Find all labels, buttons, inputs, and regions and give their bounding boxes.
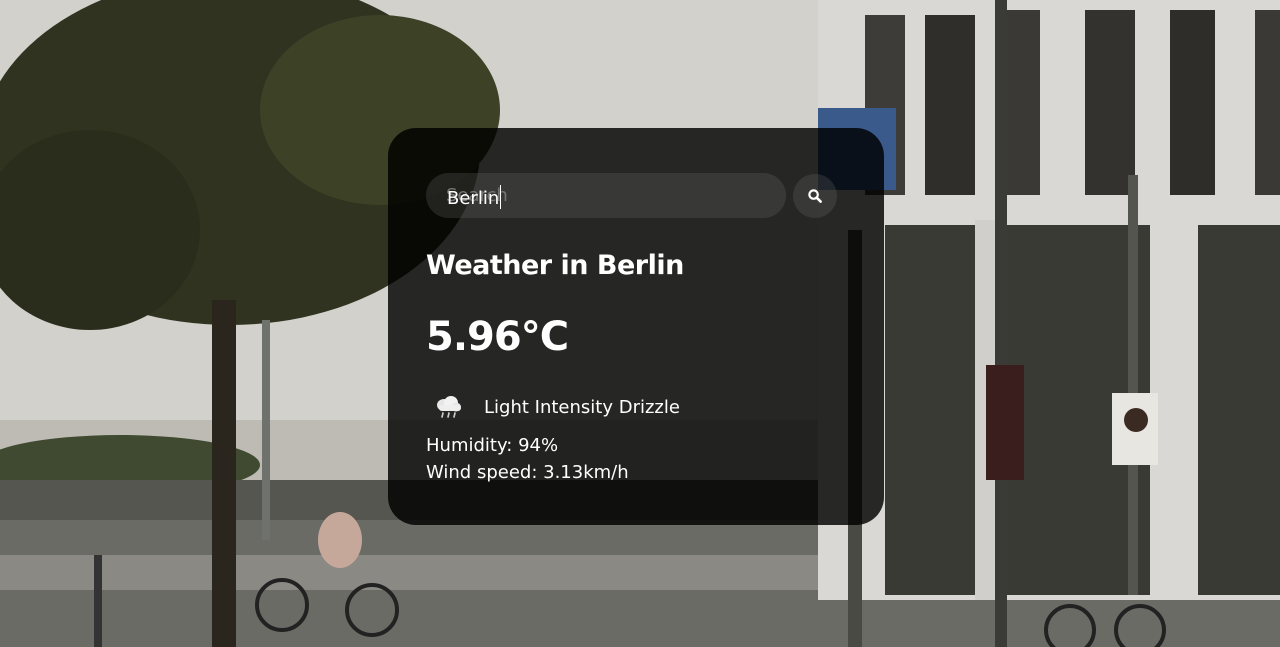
weather-description-row: Light Intensity Drizzle [432, 394, 680, 420]
wind-speed-text: Wind speed: 3.13km/h [426, 462, 629, 483]
search-icon [808, 188, 822, 203]
weather-title: Weather in Berlin [426, 250, 684, 281]
search-bar: Berlin [426, 173, 837, 218]
search-input[interactable] [426, 173, 786, 218]
search-button[interactable] [793, 173, 837, 218]
temperature: 5.96°C [426, 314, 569, 360]
cloud-drizzle-icon [437, 396, 461, 418]
humidity-text: Humidity: 94% [426, 435, 559, 456]
weather-card: Berlin Weather in Berlin 5.96°C Light In… [388, 128, 884, 525]
weather-description: Light Intensity Drizzle [484, 396, 680, 418]
